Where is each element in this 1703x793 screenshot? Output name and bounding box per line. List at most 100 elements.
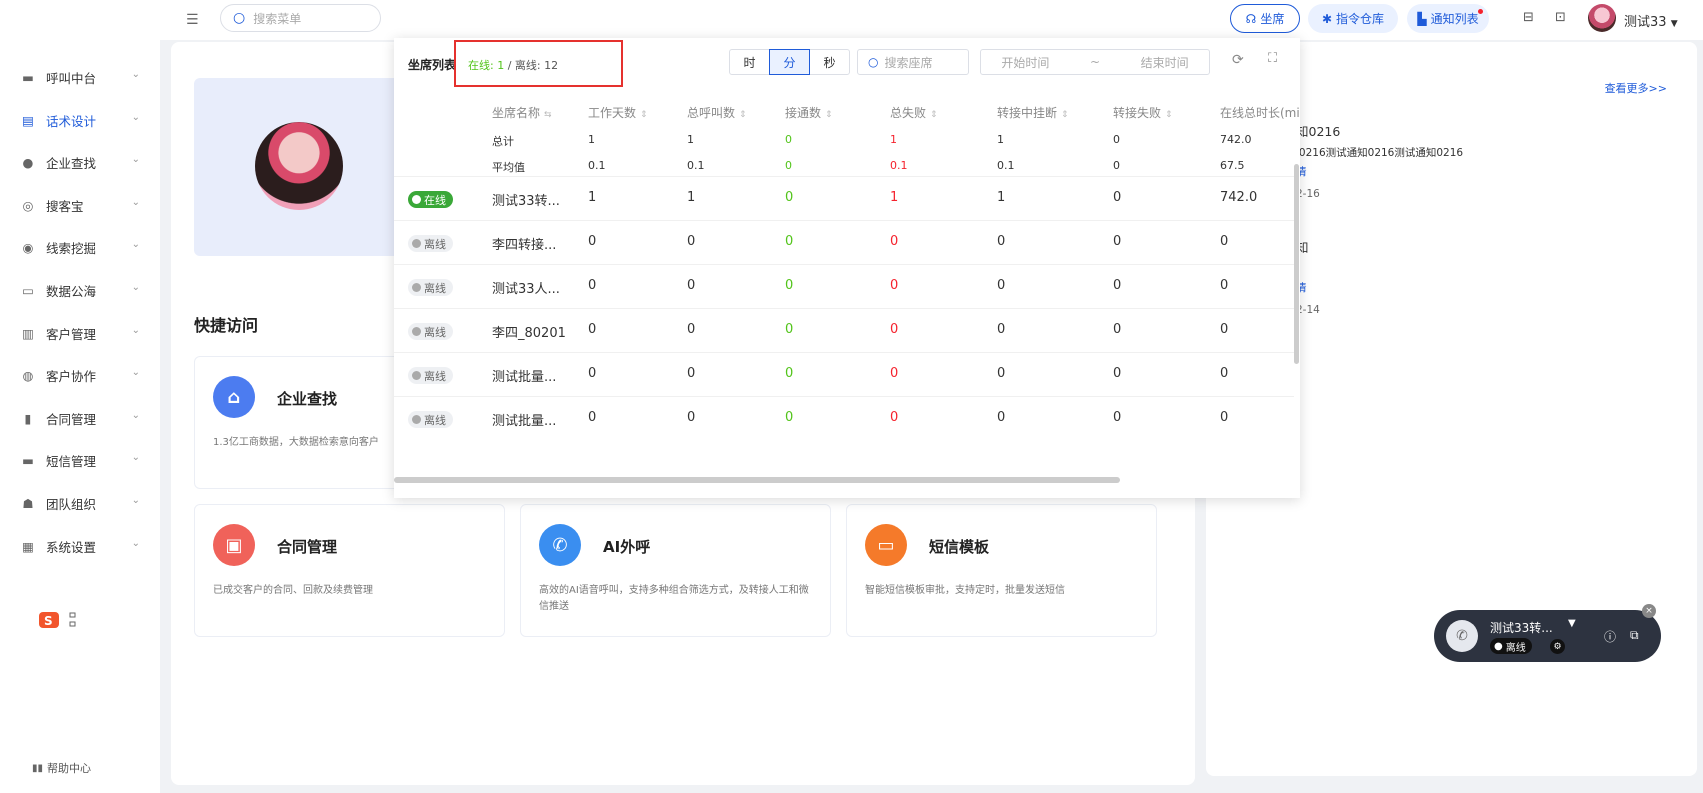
quick-card-title: 短信模板 — [929, 538, 990, 556]
header-label: 接通数 — [785, 106, 822, 120]
quick-card-desc: 已成交客户的合同、回款及续费管理 — [213, 585, 373, 596]
menu-search-input[interactable]: ○ 搜索菜单 — [220, 4, 381, 32]
quick-card-contract[interactable]: ▣ 合同管理 已成交客户的合同、回款及续费管理 — [194, 504, 505, 637]
vertical-scrollbar[interactable] — [1294, 164, 1299, 364]
command-repo-button[interactable]: ✱ 指令仓库 — [1308, 4, 1398, 33]
softphone-status-badge[interactable]: ● 离线 — [1490, 638, 1532, 654]
summary-cell: 0 — [785, 159, 792, 172]
table-row[interactable]: 在线 测试33转... 1 1 0 1 1 0 742.0 — [394, 176, 1294, 220]
help-center-link[interactable]: ▮▮ 帮助中心 — [32, 760, 91, 776]
table-cell: 0 — [1113, 190, 1122, 205]
quick-card-sms-template[interactable]: ▭ 短信模板 智能短信模板审批，支持定时，批量发送短信 — [846, 504, 1157, 637]
caret-down-icon[interactable]: ▼ — [1568, 618, 1576, 629]
chevron-down-icon: ⌄ — [131, 239, 140, 250]
table-cell: 0 — [785, 410, 794, 425]
user-menu[interactable]: 测试33 ▼ — [1624, 11, 1678, 30]
check-icon — [412, 195, 421, 204]
table-cell: 0 — [785, 366, 794, 381]
unit-second-button[interactable]: 秒 — [809, 49, 850, 75]
table-cell: 0 — [1220, 234, 1229, 249]
notice-list-button[interactable]: ▙ 通知列表 — [1407, 4, 1489, 33]
table-row[interactable]: 离线 李四转接... 0 0 0 0 0 0 0 — [394, 220, 1294, 264]
sidebar-item-label: 呼叫中台 — [46, 70, 97, 86]
col-header-connected[interactable]: 接通数 ⇕ — [785, 104, 833, 121]
table-cell: 0 — [1220, 278, 1229, 293]
seat-search-placeholder: 搜索座席 — [884, 55, 933, 70]
message-icon: ▭ — [865, 524, 907, 566]
check-circle-icon: ● — [1494, 640, 1503, 652]
softphone-status-label: 离线 — [1505, 642, 1526, 654]
sidebar-item-customer-collab[interactable]: ◍ 客户协作 ⌄ — [20, 365, 140, 385]
header-label: 转接中挂断 — [997, 106, 1058, 120]
see-more-link[interactable]: 查看更多>> — [1605, 80, 1667, 96]
seat-name: 测试33转... — [492, 194, 560, 209]
window-icon[interactable]: ⧉ — [1630, 628, 1639, 643]
status-badge: 在线 — [408, 191, 453, 208]
seat-button-label: 坐席 — [1260, 12, 1285, 26]
col-header-seat-name[interactable]: 坐席名称 ⇆ — [492, 104, 552, 121]
refresh-icon[interactable]: ⟳ — [1232, 52, 1244, 68]
table-row[interactable]: 离线 测试33人... 0 0 0 0 0 0 0 — [394, 264, 1294, 308]
sidebar-item-label: 搜客宝 — [46, 198, 84, 214]
info-icon[interactable]: ⓘ — [1604, 628, 1616, 645]
monitor-icon: ▬ — [22, 69, 34, 85]
image-icon[interactable]: ⊡ — [1555, 10, 1566, 25]
screen-icon[interactable]: ⊟ — [1523, 10, 1534, 25]
sidebar-item-soukebao[interactable]: ◎ 搜客宝 ⌄ — [20, 195, 140, 215]
horizontal-scrollbar[interactable] — [394, 477, 1120, 483]
sidebar-item-label: 客户管理 — [46, 326, 97, 342]
col-header-total-failed[interactable]: 总失败 ⇕ — [890, 104, 938, 121]
table-row[interactable]: 离线 李四_80201 0 0 0 0 0 0 0 — [394, 308, 1294, 352]
unread-dot — [1478, 9, 1483, 14]
sidebar-item-customer-mgmt[interactable]: ▥ 客户管理 ⌄ — [20, 323, 140, 343]
fullscreen-icon[interactable]: ⛶ — [1268, 51, 1277, 66]
seat-button[interactable]: ☊ 坐席 — [1230, 4, 1300, 33]
col-header-total-calls[interactable]: 总呼叫数 ⇕ — [687, 104, 747, 121]
date-range-picker[interactable]: 开始时间 ~ 结束时间 — [980, 49, 1210, 75]
settings-icon: ▦ — [22, 538, 34, 554]
sidebar-item-label: 线索挖掘 — [46, 240, 97, 256]
menu-fold-icon[interactable]: ☰ — [186, 12, 199, 28]
sidebar-item-lead-mining[interactable]: ◉ 线索挖掘 ⌄ — [20, 237, 140, 257]
close-icon[interactable]: × — [1642, 604, 1656, 618]
col-header-online-duration[interactable]: 在线总时长(mi — [1220, 104, 1300, 121]
sidebar-item-company-search[interactable]: ● 企业查找 ⌄ — [20, 152, 140, 172]
chevron-down-icon: ⌄ — [131, 367, 140, 378]
script-icon: ▤ — [22, 112, 34, 128]
seat-search-input[interactable]: ○ 搜索座席 — [857, 49, 969, 75]
offline-icon — [412, 371, 421, 380]
quick-card-title: 企业查找 — [277, 390, 338, 408]
sort-icon: ⇕ — [1165, 110, 1173, 120]
col-header-transfer-failed[interactable]: 转接失败 ⇕ — [1113, 104, 1173, 121]
sidebar-item-team-org[interactable]: ☗ 团队组织 ⌄ — [20, 493, 140, 513]
table-cell: 0 — [588, 234, 597, 249]
user-avatar[interactable] — [1588, 4, 1616, 32]
sidebar-item-sms-mgmt[interactable]: ▬ 短信管理 ⌄ — [20, 450, 140, 470]
table-row[interactable]: 离线 测试批量... 0 0 0 0 0 0 0 — [394, 396, 1294, 440]
customer-icon: ▥ — [22, 325, 34, 341]
search-customer-icon: ◎ — [22, 197, 34, 213]
col-header-work-days[interactable]: 工作天数 ⇕ — [588, 104, 648, 121]
unit-minute-button[interactable]: 分 — [769, 49, 810, 75]
sidebar-item-call-center[interactable]: ▬ 呼叫中台 ⌄ — [20, 67, 140, 87]
header-label: 总呼叫数 — [687, 106, 736, 120]
sidebar-item-script-design[interactable]: ▤ 话术设计 ⌄ — [20, 110, 140, 130]
table-cell: 1 — [588, 190, 597, 205]
table-cell: 0 — [997, 278, 1006, 293]
softphone-widget[interactable]: ✆ 测试33转... ▼ ● 离线 ⚙ ⓘ ⧉ × — [1434, 604, 1661, 662]
phone-icon[interactable]: ✆ — [1446, 620, 1478, 652]
sidebar-item-data-pool[interactable]: ▭ 数据公海 ⌄ — [20, 280, 140, 300]
sidebar-item-label: 客户协作 — [46, 368, 97, 384]
settings-icon[interactable]: ⚙ — [1550, 639, 1565, 654]
chevron-down-icon: ⌄ — [131, 197, 140, 208]
command-repo-label: 指令仓库 — [1336, 12, 1385, 26]
start-time-placeholder: 开始时间 — [1001, 55, 1050, 70]
unit-hour-button[interactable]: 时 — [729, 49, 770, 75]
sidebar-item-system-settings[interactable]: ▦ 系统设置 ⌄ — [20, 536, 140, 556]
input-method-icon: S — [39, 612, 59, 628]
table-row[interactable]: 离线 测试批量... 0 0 0 0 0 0 0 — [394, 352, 1294, 396]
quick-card-ai-call[interactable]: ✆ AI外呼 高效的AI语音呼叫，支持多种组合筛选方式，及转接人工和微信推送 — [520, 504, 831, 637]
col-header-transfer-hangup[interactable]: 转接中挂断 ⇕ — [997, 104, 1069, 121]
sidebar-item-contract-mgmt[interactable]: ▮ 合同管理 ⌄ — [20, 408, 140, 428]
bulb-icon: ● — [22, 154, 34, 170]
